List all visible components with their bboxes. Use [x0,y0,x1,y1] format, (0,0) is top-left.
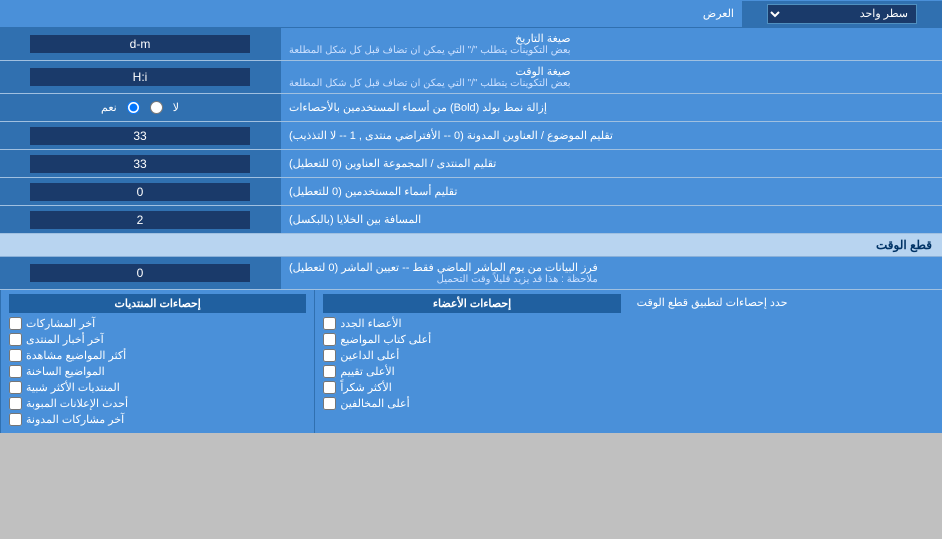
stats-forums-cb-6[interactable] [9,413,22,426]
display-row: سطر واحد سطران ثلاثة أسطر العرض [0,0,942,28]
stats-forums-item-0: آخر المشاركات [9,317,306,330]
stats-forums-cb-2[interactable] [9,349,22,362]
time-format-input[interactable] [30,68,250,86]
forum-order-input[interactable] [30,155,250,173]
topics-order-input-container [0,122,280,149]
display-select[interactable]: سطر واحد سطران ثلاثة أسطر [767,4,917,24]
stats-forums-cb-1[interactable] [9,333,22,346]
date-format-input-container [0,28,280,60]
stats-members-item-2: أعلى الداعين [323,349,620,362]
date-format-label: صيغة التاريخ بعض التكوينات يتطلب "/" الت… [280,28,942,60]
stats-members-cb-4[interactable] [323,381,336,394]
stats-section: حدد إحصاءات لتطبيق قطع الوقت إحصاءات الأ… [0,290,942,433]
stats-forums-item-2: أكثر المواضيع مشاهدة [9,349,306,362]
cell-spacing-row: المسافة بين الخلايا (بالبكسل) [0,206,942,234]
stats-forums-item-3: المواضيع الساخنة [9,365,306,378]
stats-members-item-0: الأعضاء الجدد [323,317,620,330]
display-select-container: سطر واحد سطران ثلاثة أسطر [742,1,942,27]
stats-apply-label: حدد إحصاءات لتطبيق قطع الوقت [637,294,788,309]
users-order-input[interactable] [30,183,250,201]
forum-order-row: تقليم المنتدى / المجموعة العناوين (0 للت… [0,150,942,178]
stats-members-cb-2[interactable] [323,349,336,362]
bold-yes-radio[interactable] [127,101,140,114]
time-format-input-container [0,61,280,93]
realtime-section-header: قطع الوقت [0,234,942,257]
cell-spacing-input-container [0,206,280,233]
users-order-row: تقليم أسماء المستخدمين (0 للتعطيل) [0,178,942,206]
stats-members-col: إحصاءات الأعضاء الأعضاء الجدد أعلى كتاب … [314,290,628,433]
topics-order-row: تقليم الموضوع / العناوين المدونة (0 -- ا… [0,122,942,150]
date-format-row: صيغة التاريخ بعض التكوينات يتطلب "/" الت… [0,28,942,61]
stats-forums-cb-5[interactable] [9,397,22,410]
topics-order-label: تقليم الموضوع / العناوين المدونة (0 -- ا… [280,122,942,149]
forum-order-input-container [0,150,280,177]
users-order-input-container [0,178,280,205]
bold-remove-label: إزالة نمط بولد (Bold) من أسماء المستخدمي… [280,94,942,121]
main-container: سطر واحد سطران ثلاثة أسطر العرض صيغة الت… [0,0,942,433]
date-format-input[interactable] [30,35,250,53]
display-label: العرض [0,3,742,24]
stats-members-header: إحصاءات الأعضاء [323,294,620,313]
bold-remove-row: إزالة نمط بولد (Bold) من أسماء المستخدمي… [0,94,942,122]
time-format-row: صيغة الوقت بعض التكوينات يتطلب "/" التي … [0,61,942,94]
forum-order-label: تقليم المنتدى / المجموعة العناوين (0 للت… [280,150,942,177]
stats-apply-label-col: حدد إحصاءات لتطبيق قطع الوقت [629,290,942,433]
stats-members-item-5: أعلى المخالفين [323,397,620,410]
stats-forums-item-4: المنتديات الأكثر شبية [9,381,306,394]
time-format-label: صيغة الوقت بعض التكوينات يتطلب "/" التي … [280,61,942,93]
stats-forums-item-6: آخر مشاركات المدونة [9,413,306,426]
realtime-filter-input[interactable] [30,264,250,282]
stats-forums-cb-0[interactable] [9,317,22,330]
stats-members-cb-0[interactable] [323,317,336,330]
stats-members-cb-3[interactable] [323,365,336,378]
bold-no-radio[interactable] [150,101,163,114]
stats-members-item-3: الأعلى تقييم [323,365,620,378]
bold-no-label: لا [173,101,179,114]
stats-members-cb-1[interactable] [323,333,336,346]
stats-forums-col: إحصاءات المنتديات آخر المشاركات آخر أخبا… [0,290,314,433]
users-order-label: تقليم أسماء المستخدمين (0 للتعطيل) [280,178,942,205]
realtime-filter-input-container [0,257,280,289]
stats-forums-item-1: آخر أخبار المنتدى [9,333,306,346]
stats-forums-cb-4[interactable] [9,381,22,394]
realtime-filter-label: فرز البيانات من يوم الماشر الماضي فقط --… [280,257,942,289]
stats-forums-header: إحصاءات المنتديات [9,294,306,313]
topics-order-input[interactable] [30,127,250,145]
realtime-filter-row: فرز البيانات من يوم الماشر الماضي فقط --… [0,257,942,290]
stats-members-item-4: الأكثر شكراً [323,381,620,394]
stats-forums-cb-3[interactable] [9,365,22,378]
stats-members-cb-5[interactable] [323,397,336,410]
cell-spacing-label: المسافة بين الخلايا (بالبكسل) [280,206,942,233]
stats-forums-item-5: أحدث الإعلانات المبوبة [9,397,306,410]
bold-yes-label: نعم [101,101,117,114]
bold-remove-radio-container: لا نعم [0,94,280,121]
stats-members-item-1: أعلى كتاب المواضيع [323,333,620,346]
cell-spacing-input[interactable] [30,211,250,229]
